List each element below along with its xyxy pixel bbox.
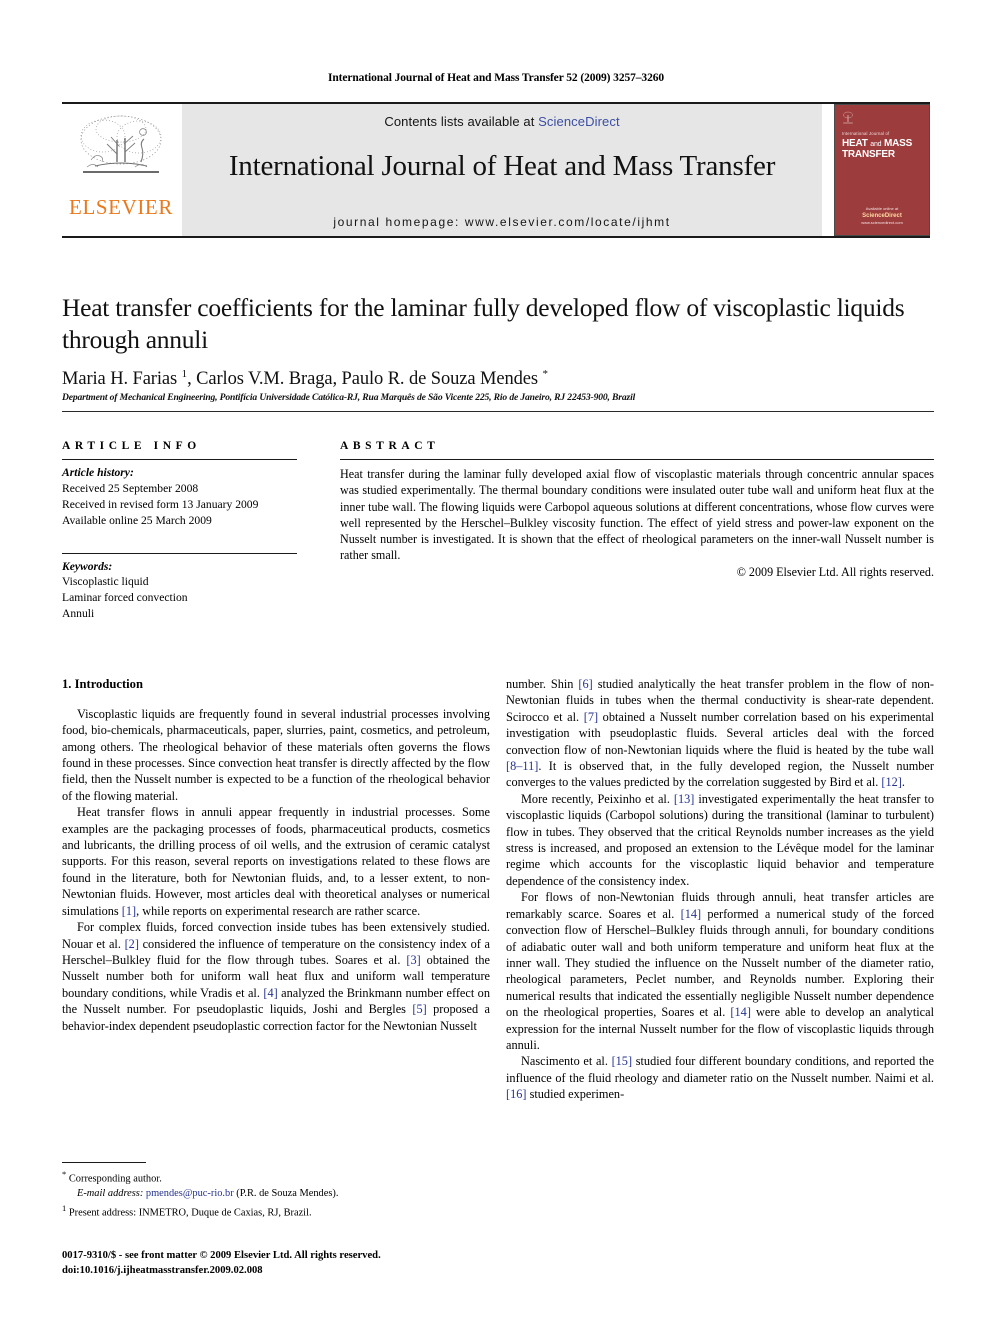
citation-ref[interactable]: [5] [412,1002,426,1016]
citation-ref[interactable]: [14] [730,1005,751,1019]
article-title: Heat transfer coefficients for the lamin… [62,293,905,355]
info-section-top-rule [62,411,934,412]
citation-ref[interactable]: [4] [263,986,277,1000]
keywords-block: Keywords: Viscoplastic liquid Laminar fo… [62,559,297,623]
cover-elsevier-tree-icon [843,111,853,124]
author-list: Maria H. Farias 1, Carlos V.M. Braga, Pa… [62,368,934,390]
cover-title: HEAT and MASS TRANSFER [842,138,912,160]
article-info-column: ARTICLE INFO Article history: Received 2… [62,440,297,622]
cover-footer: Available online at ScienceDirect www.sc… [835,206,929,226]
citation-ref[interactable]: [15] [612,1054,633,1068]
abstract-heading: ABSTRACT [340,440,440,452]
imprint-issn-line: 0017-9310/$ - see front matter © 2009 El… [62,1250,381,1261]
citation-ref[interactable]: [14] [681,907,702,921]
abstract-text: Heat transfer during the laminar fully d… [340,467,934,563]
citation-ref[interactable]: [7] [584,710,598,724]
imprint-block: 0017-9310/$ - see front matter © 2009 El… [62,1249,542,1279]
cover-kicker: International Journal of [842,131,890,136]
email-address-link[interactable]: pmendes@puc-rio.br [146,1188,234,1199]
journal-band: Contents lists available at ScienceDirec… [182,104,822,236]
abstract-copyright: © 2009 Elsevier Ltd. All rights reserved… [736,564,934,579]
footnote-present-text: Present address: INMETRO, Duque de Caxia… [68,1207,312,1219]
journal-homepage-line[interactable]: journal homepage: www.elsevier.com/locat… [182,215,822,229]
cover-title-line1: HEAT [842,138,868,149]
cover-footer-top: Available online at [865,206,899,212]
footnote-marker-asterisk: * [62,1169,67,1179]
paragraph: number. Shin [6] studied analytically th… [506,677,934,790]
paragraph: More recently, Peixinho et al. [13] inve… [506,791,934,888]
citation-ref[interactable]: [8–11] [506,759,538,773]
email-owner: (P.R. de Souza Mendes). [236,1188,339,1200]
paragraph: Viscoplastic liquids are frequently foun… [62,706,490,803]
citation-ref[interactable]: [1] [122,904,136,918]
keyword-item: Viscoplastic liquid [62,575,149,589]
journal-article-page: International Journal of Heat and Mass T… [0,0,992,1323]
citation-ref[interactable]: [2] [125,937,139,951]
sciencedirect-link[interactable]: ScienceDirect [538,114,620,129]
abstract-rule [340,459,934,460]
elsevier-logo: ELSEVIER [62,104,180,236]
footnote-corresponding-text: Corresponding author. [68,1173,162,1185]
paragraph: Heat transfer flows in annuli appear fre… [62,805,490,918]
article-info-heading: ARTICLE INFO [62,440,201,452]
citation-ref[interactable]: [6] [578,677,592,691]
journal-cover-thumbnail[interactable]: International Journal of HEAT and MASS T… [834,104,930,236]
history-item: Received in revised form 13 January 2009 [62,497,259,511]
cover-title-line2: TRANSFER [842,149,895,161]
keyword-item: Laminar forced convection [62,591,188,605]
contents-list-line: Contents lists available at ScienceDirec… [384,114,619,129]
paragraph: For flows of non-Newtonian fluids throug… [506,890,934,1052]
email-label: E-mail address: [77,1188,144,1200]
body-column-left: 1. Introduction Viscoplastic liquids are… [62,676,490,1034]
article-history-label: Article history: [62,466,134,479]
elsevier-wordmark: ELSEVIER [69,195,173,219]
footnote-corresponding-author: * Corresponding author. [62,1168,490,1187]
elsevier-tree-icon [80,115,162,173]
running-head: International Journal of Heat and Mass T… [327,72,665,84]
history-item: Available online 25 March 2009 [62,513,212,527]
journal-title: International Journal of Heat and Mass T… [228,150,776,182]
cover-title-line1-end: MASS [883,138,913,149]
journal-masthead: ELSEVIER Contents lists available at Sci… [62,102,930,238]
article-history-block: Article history: Received 25 September 2… [62,465,297,529]
cover-footer-url: www.sciencedirect.com [861,220,903,226]
citation-ref[interactable]: [16] [506,1087,527,1101]
imprint-doi-line[interactable]: doi:10.1016/j.ijheatmasstransfer.2009.02… [62,1264,542,1279]
citation-ref[interactable]: [13] [674,792,695,806]
footnote-email: E-mail address: pmendes@puc-rio.br (P.R.… [62,1187,490,1202]
cover-footer-brand: ScienceDirect [862,213,902,220]
footnotes: * Corresponding author. E-mail address: … [62,1162,490,1222]
abstract-column: ABSTRACT Heat transfer during the lamina… [340,440,934,580]
keywords-label: Keywords: [62,559,113,573]
body-column-right: number. Shin [6] studied analytically th… [506,676,934,1103]
contents-prefix: Contents lists available at [384,114,539,129]
keyword-item: Annuli [62,607,95,621]
paragraph: Nascimento et al. [15] studied four diff… [506,1054,934,1102]
article-info-rule [62,459,297,460]
section-heading-introduction: 1. Introduction [62,677,143,691]
paragraph: For complex fluids, forced convection in… [62,920,491,1033]
footnote-marker-one: 1 [62,1203,67,1214]
footnote-present-address: 1 Present address: INMETRO, Duque de Cax… [62,1202,490,1221]
citation-ref[interactable]: [3] [406,953,420,967]
footnote-rule [62,1162,146,1163]
citation-ref[interactable]: [12] [881,775,902,789]
cover-title-and: and [870,141,882,148]
authors-text: Maria H. Farias 1, Carlos V.M. Braga, Pa… [62,368,548,390]
keywords-rule [62,552,297,554]
affiliation: Department of Mechanical Engineering, Po… [62,392,636,403]
history-item: Received 25 September 2008 [62,481,199,495]
